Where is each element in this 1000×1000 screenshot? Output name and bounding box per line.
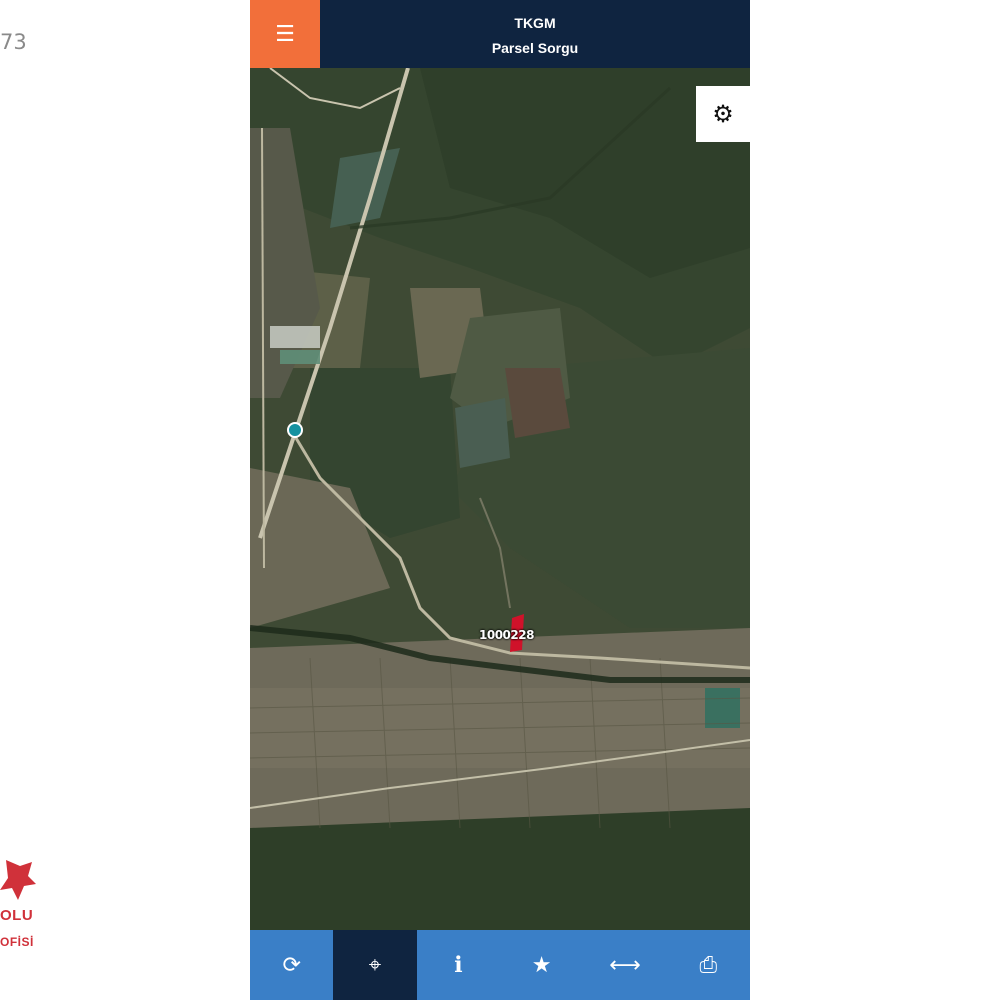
print-button[interactable]: ⎙: [667, 930, 750, 1000]
bottom-toolbar: ⟳ ⌖ ℹ ★ ⟷ ⎙: [250, 930, 750, 1000]
gear-icon: ⚙: [712, 100, 734, 128]
header-titles: TKGM Parsel Sorgu: [320, 0, 750, 68]
watermark-line2: OFİSİ: [0, 935, 34, 949]
menu-button[interactable]: ☰: [250, 0, 320, 68]
star-icon: ★: [531, 952, 552, 978]
refresh-icon: ⟳: [282, 952, 301, 978]
map-imagery: [250, 68, 750, 930]
locate-button[interactable]: ⌖: [333, 930, 417, 1000]
measure-icon: ⟷: [609, 952, 641, 978]
refresh-button[interactable]: ⟳: [250, 930, 333, 1000]
favorite-button[interactable]: ★: [500, 930, 583, 1000]
satellite-map[interactable]: 1000228: [250, 68, 750, 930]
info-button[interactable]: ℹ: [417, 930, 500, 1000]
settings-button[interactable]: ⚙: [696, 86, 750, 142]
app-title: TKGM: [514, 15, 556, 31]
watermark-line1: OLU: [0, 907, 34, 924]
app-screen: ☰ TKGM Parsel Sorgu 1000228 ⚙ ⟳ ⌖ ℹ ★ ⟷ …: [250, 0, 750, 1000]
info-icon: ℹ: [454, 952, 463, 978]
side-number: 73: [0, 30, 27, 54]
parcel-label[interactable]: 1000228: [479, 628, 534, 642]
menu-icon: ☰: [275, 21, 295, 47]
measure-button[interactable]: ⟷: [583, 930, 666, 1000]
crosshair-icon: ⌖: [368, 952, 382, 978]
location-dot-icon[interactable]: [287, 422, 303, 438]
print-icon: ⎙: [699, 952, 718, 978]
header-bar: ☰ TKGM Parsel Sorgu: [250, 0, 750, 68]
app-subtitle: Parsel Sorgu: [491, 40, 579, 56]
